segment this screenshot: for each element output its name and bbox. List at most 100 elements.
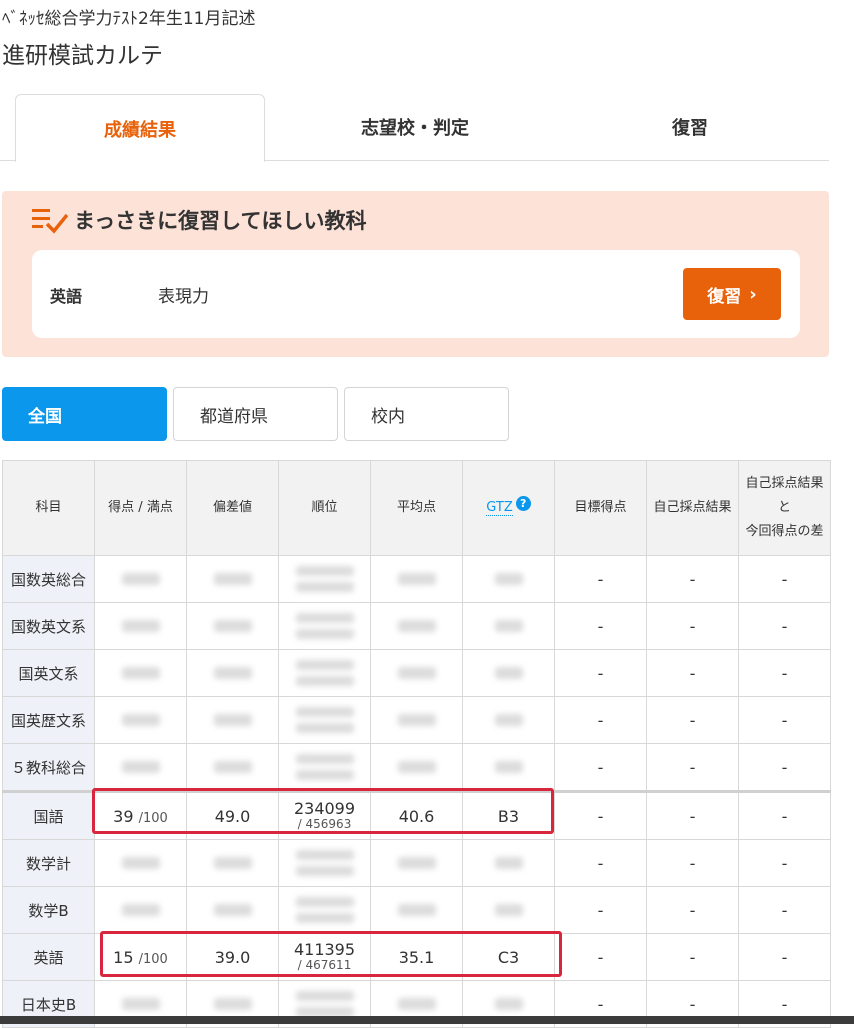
header-diff: 自己採点結果 と 今回得点の差 — [738, 460, 831, 556]
header-diff-line2: と — [777, 500, 791, 515]
blurred-value — [494, 713, 523, 726]
average-cell — [370, 555, 463, 603]
deviation-cell: 49.0 — [186, 790, 279, 840]
blurred-value — [295, 866, 354, 876]
average-cell — [370, 696, 463, 744]
blurred-value — [213, 856, 252, 869]
table-header-row: 科目 得点 / 満点 偏差値 順位 平均点 GTZ? 目標得点 自己採点結果 自… — [2, 460, 831, 556]
rank-value: 411395 — [293, 940, 356, 959]
diff-cell: - — [738, 743, 831, 792]
table-row: 国数英文系 - - - — [2, 602, 831, 650]
blurred-value — [121, 856, 160, 869]
score-value: 15 — [113, 947, 134, 967]
deviation-cell — [186, 743, 279, 792]
region-tab-prefecture[interactable]: 都道府県 — [173, 387, 338, 441]
blurred-value — [397, 856, 436, 869]
gtz-cell — [462, 696, 555, 744]
blurred-value — [213, 713, 252, 726]
dash: - — [781, 569, 788, 589]
dash: - — [597, 663, 604, 683]
score-cell — [94, 602, 187, 650]
review-button-label: 復習 — [707, 286, 742, 307]
blurred-value — [397, 713, 436, 726]
blurred-value — [213, 997, 252, 1010]
blurred-value — [213, 572, 252, 585]
review-button[interactable]: 復習 › — [683, 268, 781, 320]
tab-school-judgement[interactable]: 志望校・判定 — [290, 94, 540, 160]
gtz-cell — [462, 649, 555, 697]
gtz-cell — [462, 839, 555, 887]
deviation-cell — [186, 602, 279, 650]
target-cell: - — [554, 555, 647, 603]
average-cell — [370, 886, 463, 934]
blurred-value — [397, 760, 436, 773]
diff-cell: - — [738, 649, 831, 697]
chevron-right-icon: › — [749, 283, 757, 305]
blurred-value — [295, 566, 354, 576]
rank-cell — [278, 696, 371, 744]
score-value: 39 — [113, 806, 134, 826]
target-cell: - — [554, 839, 647, 887]
tab-review[interactable]: 復習 — [565, 94, 815, 160]
header-self-score: 自己採点結果 — [646, 460, 739, 556]
score-cell — [94, 555, 187, 603]
dash: - — [689, 663, 696, 683]
blurred-value — [121, 997, 160, 1010]
dash: - — [781, 663, 788, 683]
region-tab-school[interactable]: 校内 — [344, 387, 509, 441]
region-tab-national[interactable]: 全国 — [2, 387, 167, 441]
deviation-cell — [186, 886, 279, 934]
blurred-value — [295, 582, 354, 592]
dash: - — [689, 757, 696, 777]
table-row: 英語 15 /100 39.0 411395/ 467611 35.1 C3- - - — [2, 933, 831, 981]
dash: - — [689, 900, 696, 920]
rank-cell — [278, 555, 371, 603]
score-cell — [94, 743, 187, 792]
target-cell: - — [554, 602, 647, 650]
blurred-value — [295, 850, 354, 860]
blurred-value — [213, 903, 252, 916]
target-cell: - — [554, 886, 647, 934]
dash: - — [689, 853, 696, 873]
rank-value: 234099 — [293, 799, 356, 818]
rank-cell — [278, 649, 371, 697]
blurred-value — [121, 619, 160, 632]
blurred-value — [295, 676, 354, 686]
dash: - — [597, 757, 604, 777]
header-subject: 科目 — [2, 460, 95, 556]
blurred-value — [213, 666, 252, 679]
self-score-cell: - — [646, 839, 739, 887]
dash: - — [781, 616, 788, 636]
self-score-cell: - — [646, 696, 739, 744]
dash: - — [597, 569, 604, 589]
table-row: 国数英総合 - - - — [2, 555, 831, 603]
table-row: 国英文系 - - - — [2, 649, 831, 697]
blurred-value — [494, 666, 523, 679]
dash: - — [689, 569, 696, 589]
header-diff-line1: 自己採点結果 — [745, 476, 824, 491]
subject-cell: 数学B — [2, 886, 95, 934]
subject-cell: 国数英文系 — [2, 602, 95, 650]
blurred-value — [397, 619, 436, 632]
table-row: 国語 39 /100 49.0 234099/ 456963 40.6 B3- - - — [2, 790, 831, 840]
subject-cell: 数学計 — [2, 839, 95, 887]
diff-cell: - — [738, 696, 831, 744]
blurred-value — [397, 903, 436, 916]
deviation-cell — [186, 839, 279, 887]
subject-cell: 国英歴文系 — [2, 696, 95, 744]
rank-cell: 411395/ 467611 — [278, 933, 371, 981]
subject-cell: 英語 — [2, 933, 95, 981]
question-circle-icon[interactable]: ? — [515, 496, 531, 511]
subject-cell: 国語 — [2, 790, 95, 840]
tab-results[interactable]: 成績結果 — [15, 94, 265, 162]
table-row: 数学B - - - — [2, 886, 831, 934]
blurred-value — [121, 713, 160, 726]
dash: - — [597, 616, 604, 636]
target-cell: - — [554, 933, 647, 981]
gtz-link[interactable]: GTZ — [486, 500, 513, 516]
header-average: 平均点 — [370, 460, 463, 556]
subject-cell: 国英文系 — [2, 649, 95, 697]
blurred-value — [295, 770, 354, 780]
diff-cell: - — [738, 839, 831, 887]
review-title: まっさきに復習してほしい教科 — [74, 209, 367, 233]
